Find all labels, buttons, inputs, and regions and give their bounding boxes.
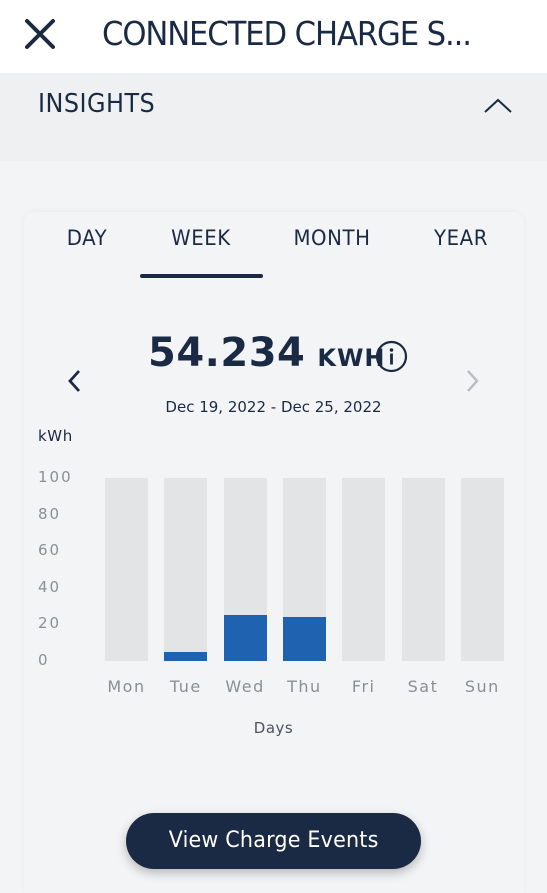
bar[interactable]: [282, 617, 326, 661]
bar-track: [401, 478, 445, 661]
x-tick-label: Wed: [225, 677, 265, 696]
date-range: Dec 19, 2022 - Dec 25, 2022: [0, 398, 547, 416]
bar-track: [164, 478, 208, 661]
y-tick-label: 60: [38, 541, 62, 560]
bar[interactable]: [164, 651, 208, 661]
insights-card: [24, 212, 524, 893]
tab-month[interactable]: MONTH: [289, 226, 375, 258]
bar-track: [342, 478, 386, 661]
total-energy: 54.234 KWH: [148, 330, 386, 380]
bar[interactable]: [223, 615, 267, 661]
total-value: 54.234: [148, 330, 306, 376]
insights-section-header[interactable]: INSIGHTS: [0, 73, 547, 161]
chevron-left-icon[interactable]: [62, 366, 88, 396]
x-tick-label: Thu: [287, 677, 322, 696]
view-charge-events-button[interactable]: View Charge Events: [126, 813, 421, 869]
bar-track: [460, 478, 504, 661]
tab-year[interactable]: YEAR: [426, 226, 496, 258]
x-tick-label: Sat: [407, 677, 439, 696]
page-title: CONNECTED CHARGE S...: [102, 14, 472, 53]
x-tick-label: Mon: [107, 677, 146, 696]
top-bar: CONNECTED CHARGE S...: [0, 0, 547, 73]
bar-track: [105, 478, 148, 661]
tab-day[interactable]: DAY: [54, 226, 120, 258]
y-tick-label: 0: [38, 651, 50, 669]
x-axis-label: Days: [253, 719, 294, 737]
y-axis-label: kWh: [38, 427, 73, 445]
insights-label: INSIGHTS: [38, 89, 156, 119]
date-range-text: Dec 19, 2022 - Dec 25, 2022: [165, 398, 382, 416]
chevron-right-icon[interactable]: [459, 366, 485, 396]
x-tick-label: Sun: [464, 677, 500, 696]
info-icon[interactable]: [375, 340, 408, 373]
close-icon[interactable]: [18, 12, 62, 56]
x-tick-label: Fri: [351, 677, 376, 696]
y-tick-label: 100: [38, 468, 73, 486]
tab-selected-indicator: [140, 274, 263, 278]
bar-track: [223, 478, 267, 661]
tab-week[interactable]: WEEK: [162, 226, 239, 258]
y-tick-label: 80: [38, 504, 62, 523]
chevron-up-icon[interactable]: [480, 91, 516, 119]
y-tick-label: 20: [38, 614, 62, 633]
view-charge-events-label: View Charge Events: [168, 828, 379, 853]
y-tick-label: 40: [38, 577, 62, 596]
bar-track: [282, 478, 326, 661]
x-tick-label: Tue: [169, 677, 202, 696]
